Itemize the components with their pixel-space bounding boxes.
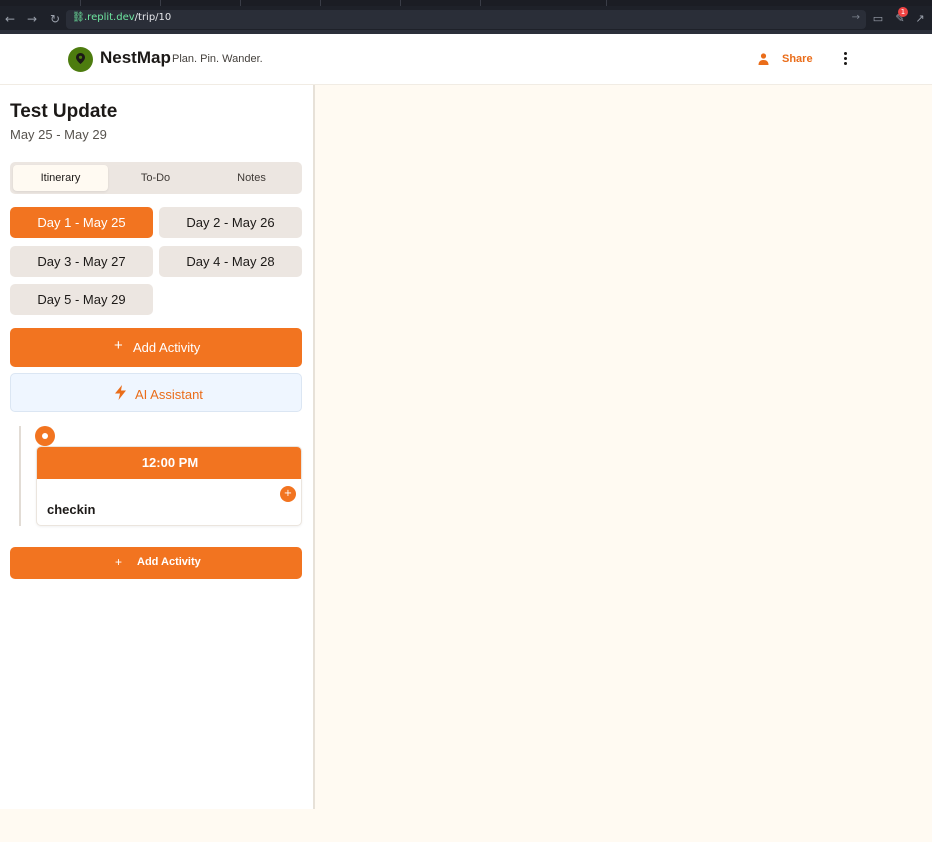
activity-name: checkin: [47, 502, 96, 517]
lightning-icon: [115, 385, 126, 400]
browser-toolbar: ← → ↻ ⛓ .replit.dev/trip/10 → ▭ ✎ 1 ↗: [0, 6, 932, 34]
plus-icon: +: [114, 337, 123, 354]
tab-todo[interactable]: To-Do: [108, 165, 203, 191]
tab-itinerary[interactable]: Itinerary: [13, 165, 108, 191]
add-activity-button[interactable]: + Add Activity: [10, 328, 302, 367]
map-panel[interactable]: [317, 85, 932, 842]
day-button-5[interactable]: Day 5 - May 29: [10, 284, 153, 315]
plus-icon: +: [115, 555, 123, 569]
day-button-4[interactable]: Day 4 - May 28: [159, 246, 302, 277]
url-host: .replit.dev: [84, 12, 135, 23]
trip-title: Test Update: [10, 101, 118, 122]
logo[interactable]: [68, 47, 93, 72]
activity-time: 12:00 PM: [37, 447, 301, 479]
url-text: .replit.dev/trip/10: [84, 12, 171, 23]
add-activity-label: Add Activity: [133, 340, 201, 355]
timeline-line: [19, 426, 21, 526]
day-button-2[interactable]: Day 2 - May 26: [159, 207, 302, 238]
address-bar[interactable]: ⛓ .replit.dev/trip/10 →: [66, 10, 866, 29]
sidebar: Test Update May 25 - May 29 Itinerary To…: [0, 85, 315, 809]
tab-notes[interactable]: Notes: [204, 165, 299, 191]
add-activity-bottom-button[interactable]: + Add Activity: [10, 547, 302, 579]
more-options-icon[interactable]: [838, 49, 852, 69]
ai-assistant-label: AI Assistant: [135, 387, 203, 402]
url-path: /trip/10: [134, 12, 172, 23]
notification-badge: 1: [898, 7, 908, 17]
share-label: Share: [782, 53, 813, 65]
external-link-icon[interactable]: ↗: [913, 12, 927, 26]
app-header: NestMap Plan. Pin. Wander. Share: [0, 34, 932, 85]
day-button-3[interactable]: Day 3 - May 27: [10, 246, 153, 277]
day-button-1[interactable]: Day 1 - May 25: [10, 207, 153, 238]
view-tabs: Itinerary To-Do Notes: [10, 162, 302, 194]
link-icon: ⛓: [72, 12, 85, 23]
user-icon: [758, 53, 769, 65]
go-arrow-icon[interactable]: →: [852, 12, 860, 23]
forward-arrow-icon[interactable]: →: [24, 11, 40, 27]
monitor-icon[interactable]: ▭: [871, 12, 885, 26]
brand-tagline: Plan. Pin. Wander.: [172, 53, 263, 65]
reload-icon[interactable]: ↻: [47, 11, 63, 27]
back-arrow-icon[interactable]: ←: [2, 11, 18, 27]
activity-card[interactable]: 12:00 PM + checkin: [36, 446, 302, 526]
trip-dates: May 25 - May 29: [10, 127, 107, 142]
activity-add-icon[interactable]: +: [280, 486, 296, 502]
share-button[interactable]: Share: [756, 49, 816, 69]
map-pin-icon: [76, 53, 85, 64]
brand-name[interactable]: NestMap: [100, 48, 171, 68]
add-activity-bottom-label: Add Activity: [137, 556, 201, 568]
timeline-marker-icon: [35, 426, 55, 446]
ai-assistant-button[interactable]: AI Assistant: [10, 373, 302, 412]
